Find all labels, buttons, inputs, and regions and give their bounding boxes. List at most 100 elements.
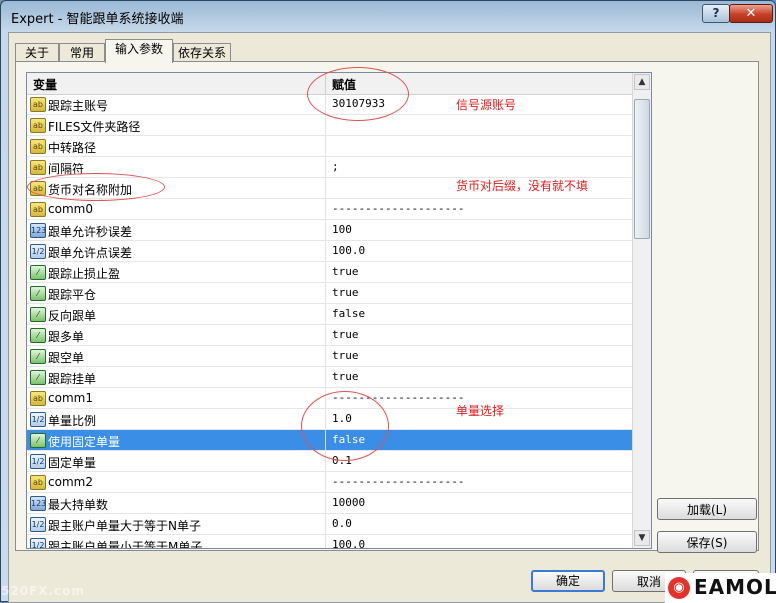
annotation-suffix-note: 货币对后缀，没有就不填	[456, 179, 589, 193]
tab-inputs[interactable]: 输入参数	[105, 39, 173, 63]
brand-logo-icon: ◉	[668, 577, 690, 599]
string-type-icon: ab	[30, 475, 46, 490]
scroll-down-button[interactable]: ▼	[634, 530, 650, 546]
parameter-name: 反向跟单	[48, 309, 97, 323]
row-divider	[325, 367, 326, 387]
ok-button[interactable]: 确定	[531, 570, 605, 592]
parameter-value[interactable]: true	[332, 328, 359, 341]
parameter-value[interactable]: true	[332, 349, 359, 362]
string-type-icon: ab	[30, 118, 46, 133]
double-type-icon: 1/2	[30, 538, 46, 548]
inputs-panel: 变量 赋值 ab 跟踪主账号 30107933 ab FILES文件夹路径 ab 中转路径 a…	[15, 61, 759, 553]
column-header-variable[interactable]: 变量	[33, 76, 57, 93]
row-divider	[325, 472, 326, 492]
tab-dependencies[interactable]: 依存关系	[173, 43, 231, 62]
row-divider	[325, 220, 326, 240]
parameter-name: 固定单量	[48, 456, 97, 470]
boolean-type-icon: ⁄	[30, 349, 46, 364]
boolean-type-icon: ⁄	[30, 328, 46, 343]
integer-type-icon: 123	[30, 496, 46, 511]
row-divider	[325, 136, 326, 156]
parameter-row[interactable]: ⁄ 跟踪止损止盈 true	[27, 262, 632, 283]
boolean-type-icon: ⁄	[30, 286, 46, 301]
parameter-row[interactable]: ab comm2 --------------------	[27, 472, 632, 493]
parameter-row[interactable]: 1/2 跟主账户单量小于等于M单子 100.0	[27, 535, 632, 549]
boolean-type-icon: ⁄	[30, 307, 46, 322]
row-divider	[325, 304, 326, 324]
parameter-row[interactable]: 123 跟单允许秒误差 100	[27, 220, 632, 241]
tab-about[interactable]: 关于	[15, 43, 59, 62]
parameter-name: 跟主账户单量小于等于M单子	[48, 540, 203, 549]
parameter-row[interactable]: ab 中转路径	[27, 136, 632, 157]
window-title: Expert - 智能跟单系统接收端	[11, 12, 184, 27]
parameter-name: 最大持单数	[48, 498, 109, 512]
boolean-type-icon: ⁄	[30, 370, 46, 385]
parameter-grid: 变量 赋值 ab 跟踪主账号 30107933 ab FILES文件夹路径 ab 中转路径 a…	[26, 72, 652, 549]
parameter-value[interactable]: true	[332, 370, 359, 383]
row-divider	[325, 262, 326, 282]
parameter-name: comm0	[48, 202, 93, 216]
scroll-up-button[interactable]: ▲	[634, 74, 650, 90]
row-divider	[325, 157, 326, 177]
save-button[interactable]: 保存(S)	[657, 531, 757, 553]
annotation-source-account: 信号源账号	[456, 98, 517, 112]
parameter-value[interactable]: --------------------	[332, 475, 464, 488]
parameter-name: 跟空单	[48, 351, 85, 365]
row-divider	[325, 325, 326, 345]
row-divider	[325, 514, 326, 534]
title-bar: Expert - 智能跟单系统接收端 ? ✕	[1, 1, 775, 31]
parameter-name: 跟主账户单量大于等于N单子	[48, 519, 201, 533]
parameter-value[interactable]: 100.0	[332, 244, 365, 257]
parameter-value[interactable]: 100.0	[332, 538, 365, 548]
parameter-value[interactable]: true	[332, 286, 359, 299]
row-divider	[325, 178, 326, 198]
tab-common[interactable]: 常用	[59, 43, 105, 62]
double-type-icon: 1/2	[30, 244, 46, 259]
brand-logo: ◉ EAMOL	[665, 573, 776, 603]
scroll-thumb[interactable]	[634, 99, 650, 239]
parameter-row[interactable]: ab comm0 --------------------	[27, 199, 632, 220]
parameter-name: comm1	[48, 391, 93, 405]
parameter-name: 中转路径	[48, 141, 97, 155]
parameter-row[interactable]: 1/2 跟主账户单量大于等于N单子 0.0	[27, 514, 632, 535]
parameter-row[interactable]: 1/2 跟单允许点误差 100.0	[27, 241, 632, 262]
annotation-circle-lot-values	[301, 391, 389, 461]
parameter-value[interactable]: 100	[332, 223, 352, 236]
parameter-name: 使用固定单量	[48, 435, 121, 449]
double-type-icon: 1/2	[30, 517, 46, 532]
parameter-value[interactable]: 0.0	[332, 517, 352, 530]
row-divider	[325, 115, 326, 135]
expert-properties-window: Expert - 智能跟单系统接收端 ? ✕ 关于 常用 输入参数 依存关系 变…	[0, 0, 776, 603]
row-divider	[325, 241, 326, 261]
parameter-row[interactable]: ab FILES文件夹路径	[27, 115, 632, 136]
parameter-row[interactable]: ⁄ 反向跟单 false	[27, 304, 632, 325]
parameter-row[interactable]: ⁄ 跟多单 true	[27, 325, 632, 346]
help-button[interactable]: ?	[702, 4, 730, 23]
parameter-value[interactable]: true	[332, 265, 359, 278]
parameter-value[interactable]: false	[332, 307, 365, 320]
parameter-row[interactable]: ⁄ 跟踪挂单 true	[27, 367, 632, 388]
annotation-lot-choice: 单量选择	[456, 404, 505, 418]
load-button[interactable]: 加载(L)	[657, 498, 757, 520]
parameter-row[interactable]: ⁄ 跟空单 true	[27, 346, 632, 367]
parameter-value[interactable]: --------------------	[332, 202, 464, 215]
close-button[interactable]: ✕	[729, 4, 773, 23]
parameter-value[interactable]: ;	[332, 160, 339, 173]
row-divider	[325, 199, 326, 219]
parameter-row[interactable]: ⁄ 跟踪平仓 true	[27, 283, 632, 304]
annotation-circle-value-header	[307, 67, 409, 121]
parameter-row[interactable]: 123 最大持单数 10000	[27, 493, 632, 514]
string-type-icon: ab	[30, 202, 46, 217]
string-type-icon: ab	[30, 391, 46, 406]
parameter-name: 跟踪挂单	[48, 372, 97, 386]
vertical-scrollbar[interactable]: ▲ ▼	[632, 73, 651, 548]
boolean-type-icon: ⁄	[30, 265, 46, 280]
row-divider	[325, 346, 326, 366]
parameter-value[interactable]: 10000	[332, 496, 365, 509]
integer-type-icon: 123	[30, 223, 46, 238]
boolean-type-icon: ⁄	[30, 433, 46, 448]
double-type-icon: 1/2	[30, 454, 46, 469]
parameter-rows: ab 跟踪主账号 30107933 ab FILES文件夹路径 ab 中转路径 ab 间隔符; a…	[27, 94, 632, 549]
brand-logo-text: EAMOL	[694, 575, 776, 599]
parameter-name: 跟多单	[48, 330, 85, 344]
